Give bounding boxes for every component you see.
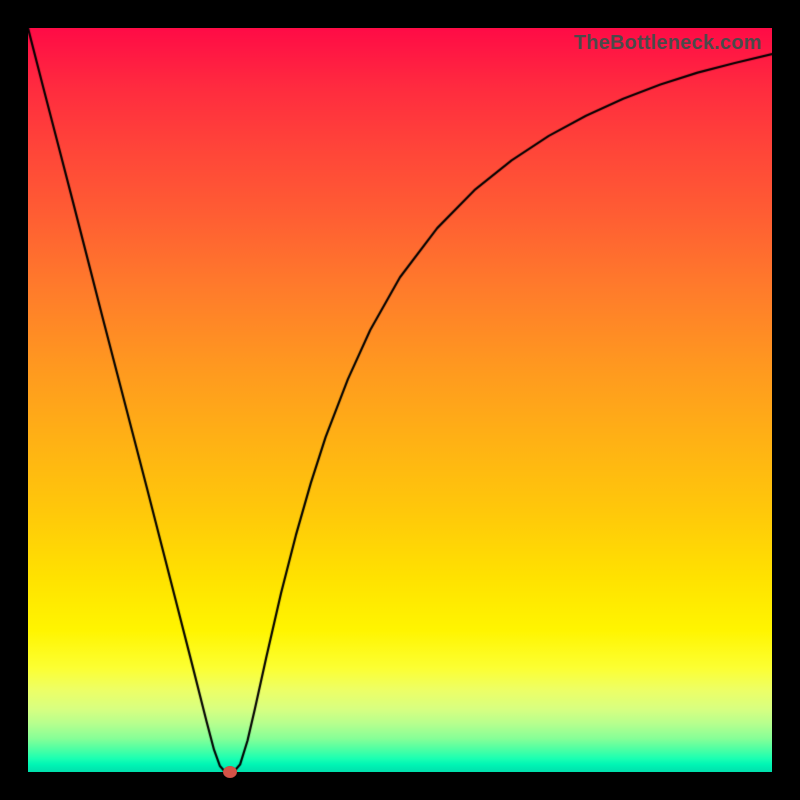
bottleneck-curve: [28, 28, 772, 772]
chart-frame: TheBottleneck.com: [0, 0, 800, 800]
optimal-point-marker: [223, 766, 237, 778]
plot-area: TheBottleneck.com: [28, 28, 772, 772]
